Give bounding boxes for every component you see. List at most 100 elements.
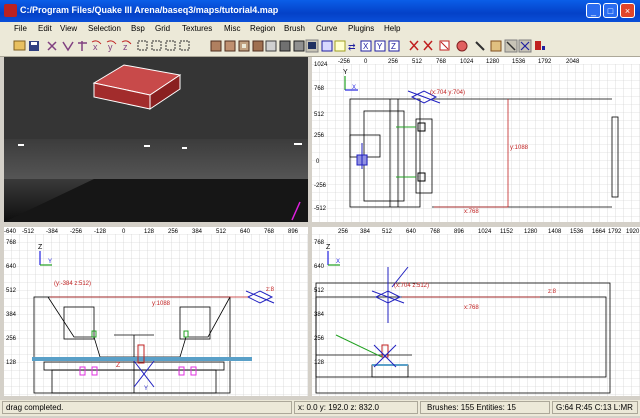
ruler-y-tick: 768 bbox=[314, 86, 325, 92]
extra-tool-2-icon[interactable] bbox=[504, 39, 518, 53]
ruler-x-tick: 640 bbox=[240, 229, 251, 235]
ruler-y-tick: 512 bbox=[6, 288, 17, 294]
axis-label-y: Y bbox=[48, 259, 52, 265]
ruler-x-tick: 384 bbox=[192, 229, 203, 235]
status-coords: x: 0.0 y: 192.0 z: 832.0 bbox=[294, 401, 418, 414]
save-icon[interactable] bbox=[29, 41, 39, 51]
csg-merge-icon[interactable] bbox=[224, 40, 236, 52]
ruler-y-tick: 768 bbox=[6, 240, 17, 246]
menu-region[interactable]: Region bbox=[250, 24, 275, 33]
drag-icon[interactable] bbox=[456, 40, 468, 52]
menu-help[interactable]: Help bbox=[384, 24, 400, 33]
entity-icon[interactable]: X bbox=[360, 40, 372, 52]
ruler-x-tick: 768 bbox=[430, 229, 441, 235]
extra-tool-4-icon[interactable] bbox=[535, 41, 545, 50]
ruler-y-tick: 768 bbox=[314, 240, 325, 246]
far-wall bbox=[4, 139, 308, 179]
rotate-y-icon[interactable]: y bbox=[106, 40, 117, 52]
extra-tool-3-icon[interactable] bbox=[518, 39, 532, 53]
yz-view[interactable]: -640 -512 -384 -256 -128 0 128 256 384 5… bbox=[4, 227, 308, 396]
ruler-x-tick: 768 bbox=[436, 59, 447, 65]
light-1 bbox=[18, 144, 24, 146]
x-axis-icon[interactable] bbox=[321, 40, 333, 52]
water-brush[interactable] bbox=[32, 357, 252, 361]
ruler-x-tick: 1152 bbox=[500, 229, 514, 235]
ruler-y-tick: 128 bbox=[6, 360, 17, 366]
ruler-x-tick: 1536 bbox=[570, 229, 584, 235]
ruler-x-tick: 1792 bbox=[608, 229, 622, 235]
flip-z-icon[interactable] bbox=[78, 41, 87, 51]
status-grid: G:64 R:45 C:13 L:MR bbox=[552, 401, 638, 414]
flip-y-icon[interactable] bbox=[62, 41, 74, 52]
app-icon bbox=[4, 4, 17, 17]
origin-label-z: Z bbox=[116, 362, 121, 369]
menu-brush[interactable]: Brush bbox=[284, 24, 305, 33]
dimension-y-label: y:1088 bbox=[152, 301, 171, 307]
dimension-z-label: z:8 bbox=[266, 287, 275, 293]
ruler-x-tick: 1280 bbox=[524, 229, 538, 235]
change-view-icon[interactable] bbox=[265, 40, 277, 52]
camera-icon[interactable] bbox=[305, 39, 319, 53]
camera-view[interactable] bbox=[4, 57, 308, 222]
clipper-icon[interactable] bbox=[252, 40, 264, 52]
ruler-x-tick: -256 bbox=[70, 229, 83, 235]
menu-bsp[interactable]: Bsp bbox=[131, 24, 145, 33]
menu-edit[interactable]: Edit bbox=[38, 24, 52, 33]
y-axis-icon[interactable] bbox=[334, 40, 346, 52]
svg-text:X: X bbox=[363, 42, 369, 51]
ruler-x-tick: 1024 bbox=[478, 229, 492, 235]
z-axis-icon[interactable]: ⇄ bbox=[348, 42, 356, 52]
ruler-x-tick: 896 bbox=[288, 229, 299, 235]
menu-selection[interactable]: Selection bbox=[88, 24, 121, 33]
ruler-x-tick: -384 bbox=[46, 229, 59, 235]
menu-curve[interactable]: Curve bbox=[316, 24, 337, 33]
texture-view-icon[interactable] bbox=[279, 40, 291, 52]
select-partial-icon[interactable] bbox=[165, 40, 176, 51]
menu-plugins[interactable]: Plugins bbox=[348, 24, 374, 33]
csg-subtract-icon[interactable] bbox=[210, 40, 222, 52]
brush-icon[interactable]: Z bbox=[388, 40, 400, 52]
xy-view[interactable]: -256 0 256 512 768 1024 1280 1536 1792 2… bbox=[312, 57, 640, 222]
menu-view[interactable]: View bbox=[60, 24, 77, 33]
point-icon[interactable] bbox=[475, 41, 485, 51]
maximize-button[interactable]: □ bbox=[603, 3, 618, 18]
ruler-x-tick: 256 bbox=[338, 229, 349, 235]
scale-icon[interactable] bbox=[423, 40, 433, 51]
ruler-x-tick: 1920 bbox=[626, 229, 640, 235]
svg-text:⇄: ⇄ bbox=[348, 42, 356, 52]
ruler-y-tick: 640 bbox=[6, 264, 17, 270]
ruler-y-tick: 512 bbox=[314, 112, 325, 118]
ruler-x-tick: 1408 bbox=[548, 229, 562, 235]
window-title: C:/Program Files/Quake III Arena/baseq3/… bbox=[20, 5, 279, 15]
extra-tool-1-icon[interactable] bbox=[490, 40, 502, 52]
hollow-icon[interactable] bbox=[238, 40, 250, 52]
menu-grid[interactable]: Grid bbox=[155, 24, 170, 33]
xz-view[interactable]: 256 384 512 640 768 896 1024 1152 1280 1… bbox=[312, 227, 640, 396]
rotate-x-icon[interactable]: x bbox=[91, 40, 102, 52]
open-icon[interactable] bbox=[13, 40, 26, 51]
ruler-y-tick: 1024 bbox=[314, 62, 328, 68]
cube-view-icon[interactable] bbox=[293, 40, 305, 52]
menu-textures[interactable]: Textures bbox=[182, 24, 212, 33]
menu-bar: File Edit View Selection Bsp Grid Textur… bbox=[0, 22, 640, 36]
close-button[interactable]: × bbox=[620, 3, 635, 18]
menu-file[interactable]: File bbox=[14, 24, 27, 33]
rotate-icon[interactable] bbox=[439, 40, 450, 51]
patch-icon[interactable]: Y bbox=[374, 40, 386, 52]
ruler-x-tick: -256 bbox=[338, 59, 351, 65]
light-3 bbox=[182, 147, 187, 149]
select-touching-icon[interactable] bbox=[151, 40, 162, 51]
origin-label-y: Y bbox=[144, 386, 148, 392]
flip-x-icon[interactable] bbox=[47, 41, 57, 51]
ruler-x-tick: 1664 bbox=[592, 229, 606, 235]
rotate-z-icon[interactable]: z bbox=[121, 40, 132, 52]
minimize-button[interactable]: _ bbox=[586, 3, 601, 18]
ruler-x-tick: 512 bbox=[412, 59, 423, 65]
menu-misc[interactable]: Misc bbox=[224, 24, 240, 33]
xz-scene: 256 384 512 640 768 896 1024 1152 1280 1… bbox=[312, 227, 640, 396]
select-complete-icon[interactable] bbox=[137, 40, 148, 51]
select-inside-icon[interactable] bbox=[179, 40, 190, 51]
ruler-x-tick: 640 bbox=[406, 229, 417, 235]
texture-lock-icon[interactable] bbox=[409, 40, 419, 51]
ruler-y-tick: 256 bbox=[314, 133, 325, 139]
